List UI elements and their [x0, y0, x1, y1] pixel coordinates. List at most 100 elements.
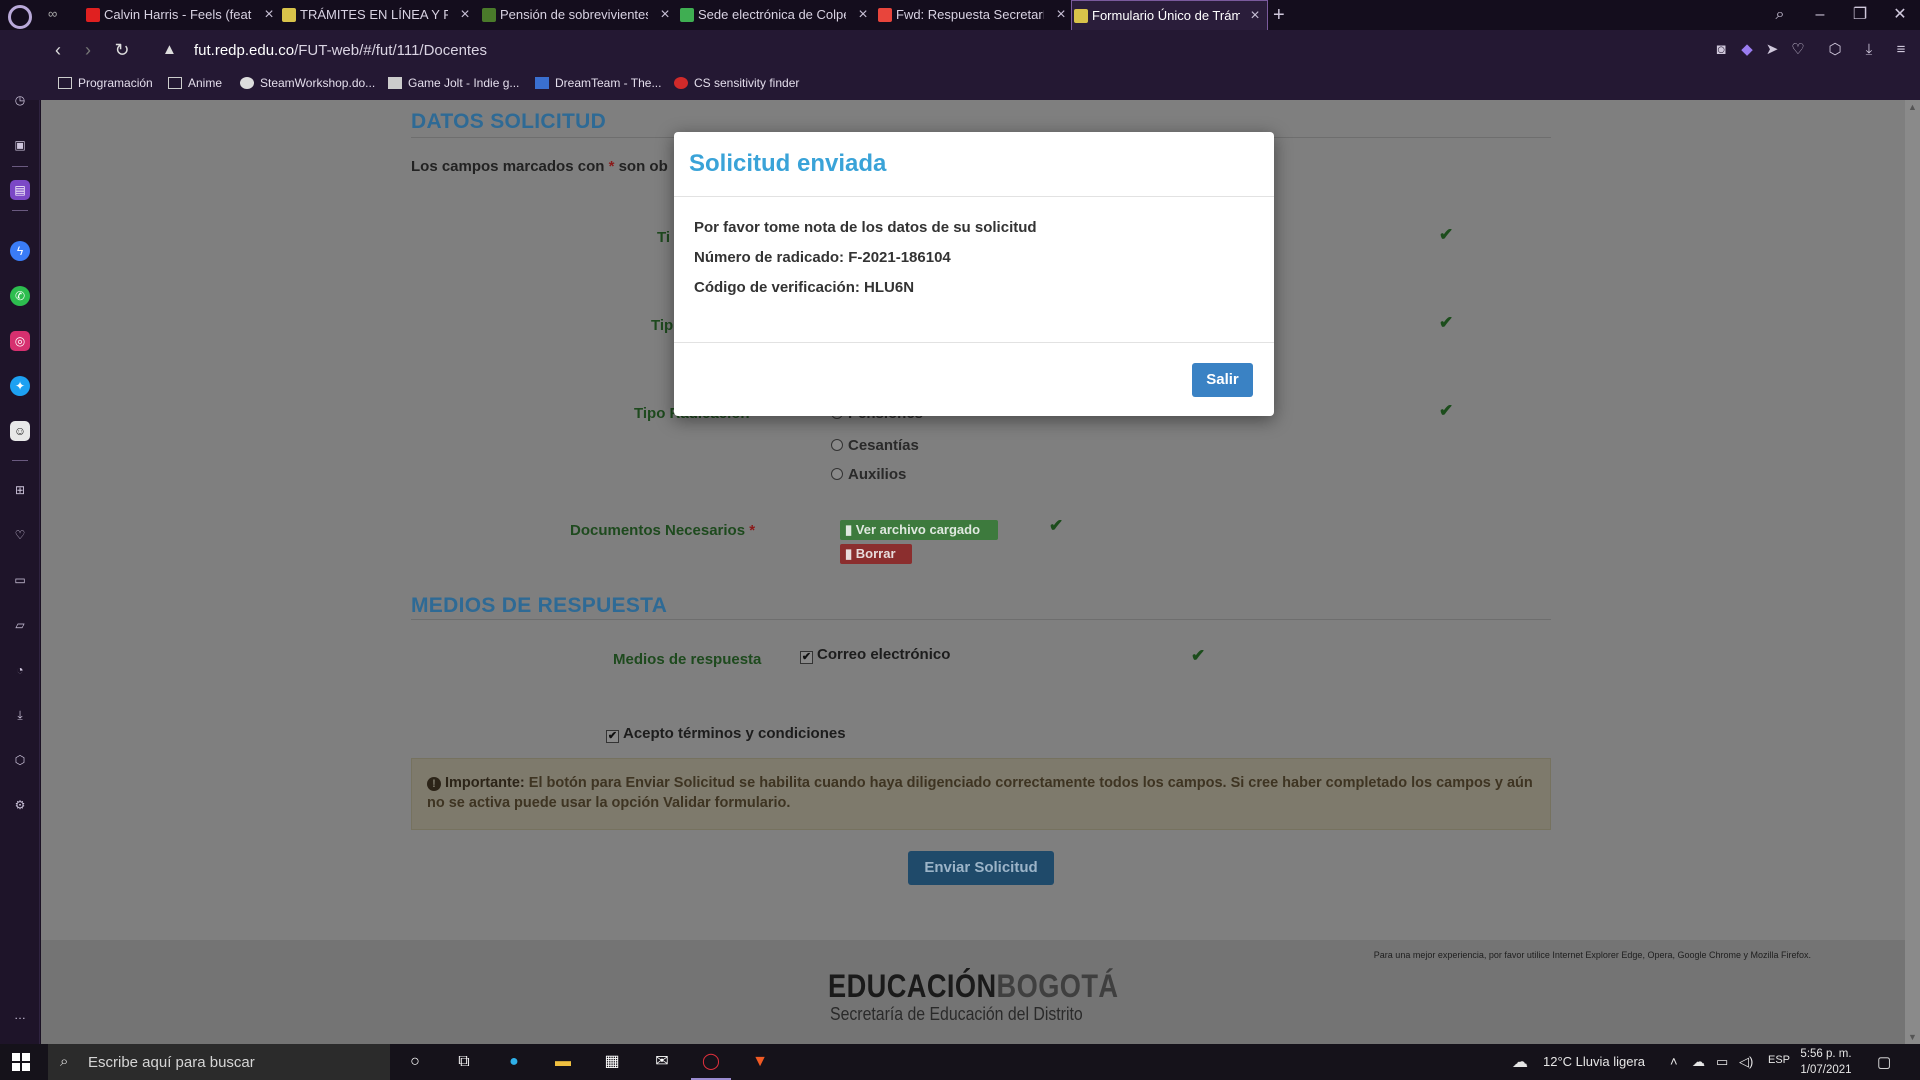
delete-file-button[interactable]: ▮ Borrar	[840, 544, 912, 564]
tab-tramites[interactable]: TRÁMITES EN LÍNEA Y PRE ×	[280, 0, 477, 30]
player-icon[interactable]: ▱	[10, 615, 30, 635]
radio-label: Auxilios	[848, 466, 907, 483]
brave-icon[interactable]: ▼	[748, 1050, 772, 1074]
instagram-icon[interactable]: ◎	[10, 331, 30, 351]
vpn-shield-icon[interactable]: ◆	[1737, 40, 1757, 60]
radio-cesantias[interactable]: Cesantías	[831, 437, 919, 454]
scroll-up-icon[interactable]: ▲	[1908, 102, 1917, 112]
view-file-button[interactable]: ▮ Ver archivo cargado	[840, 520, 998, 540]
minimize-button[interactable]: –	[1800, 0, 1840, 30]
notification-icon[interactable]: ▢	[1877, 1053, 1891, 1071]
tab-colpensiones[interactable]: Sede electrónica de Colpe ×	[678, 0, 875, 30]
radio-auxilios[interactable]: Auxilios	[831, 466, 906, 483]
extensions-cube-icon[interactable]: ⬡	[10, 750, 30, 770]
bookmark-label: DreamTeam - The...	[555, 76, 662, 90]
close-icon[interactable]: ×	[1247, 1, 1263, 30]
bookmark-steam[interactable]: SteamWorkshop.do...	[238, 70, 375, 100]
store-icon[interactable]: ▦	[600, 1050, 624, 1074]
valid-check-icon: ✔	[1439, 313, 1454, 332]
clock[interactable]: 5:56 p. m. 1/07/2021	[1796, 1046, 1856, 1078]
language-indicator[interactable]: ESP	[1768, 1054, 1790, 1066]
restore-button[interactable]: ❐	[1840, 0, 1880, 30]
whatsapp-icon[interactable]: ✆	[10, 286, 30, 306]
close-icon[interactable]: ×	[657, 0, 673, 30]
grid-icon[interactable]: ⊞	[10, 480, 30, 500]
bookmark-gamejolt[interactable]: Game Jolt - Indie g...	[386, 70, 519, 100]
edge-icon[interactable]: ●	[502, 1050, 526, 1074]
task-view-icon[interactable]: ⧉	[452, 1050, 476, 1074]
mail-icon[interactable]: ✉	[650, 1050, 674, 1074]
folder-icon	[168, 77, 182, 89]
camera-icon[interactable]: ◙	[1711, 40, 1731, 60]
tray-chevron-icon[interactable]: ˄	[1670, 1054, 1678, 1069]
bookmark-cs-sensitivity[interactable]: CS sensitivity finder	[672, 70, 799, 100]
back-button[interactable]: ‹	[46, 38, 70, 62]
heart-icon[interactable]: ♡	[10, 525, 30, 545]
search-tabs-icon[interactable]: ⌕	[1760, 0, 1800, 30]
close-icon[interactable]: ×	[855, 0, 871, 30]
settings-gear-icon[interactable]: ⚙	[10, 795, 30, 815]
tab-youtube[interactable]: Calvin Harris - Feels (feat. P ×	[84, 0, 281, 30]
twitter-icon[interactable]: ✦	[10, 376, 30, 396]
tab-formulario[interactable]: Formulario Único de Trámit ×	[1071, 0, 1268, 30]
site-icon	[680, 8, 694, 22]
windows-start-icon[interactable]	[12, 1053, 30, 1071]
reload-button[interactable]: ↻	[110, 38, 134, 62]
download-icon[interactable]: ⤓	[1859, 40, 1879, 60]
bookmark-dreamteam[interactable]: DreamTeam - The...	[533, 70, 661, 100]
checkbox-terms[interactable]: ✔ Acepto términos y condiciones	[606, 725, 846, 743]
radio-label: Cesantías	[848, 437, 919, 454]
checkbox-email[interactable]: ✔ Correo electrónico	[800, 646, 950, 664]
workspace-icon[interactable]: ▣	[10, 135, 30, 155]
onedrive-icon[interactable]: ☁	[1692, 1054, 1705, 1070]
volume-icon[interactable]: ◁)	[1739, 1054, 1753, 1070]
close-icon[interactable]: ×	[457, 0, 473, 30]
cortana-icon[interactable]: ○	[403, 1050, 427, 1074]
submit-request-button[interactable]: Enviar Solicitud	[908, 851, 1054, 885]
delete-label: Borrar	[855, 546, 896, 561]
address-field[interactable]: fut.redp.edu.co/FUT-web/#/fut/111/Docent…	[194, 42, 487, 59]
tab-switcher-icon[interactable]: ∞	[48, 6, 68, 22]
menu-icon[interactable]: ≡	[1891, 40, 1911, 60]
site-icon	[482, 8, 496, 22]
taskbar-search[interactable]: ⌕ Escribe aquí para buscar	[48, 1044, 390, 1080]
network-icon[interactable]: ▭	[1716, 1054, 1728, 1070]
file-explorer-icon[interactable]: ▬	[551, 1050, 575, 1074]
weather-cloud-icon[interactable]: ☁	[1512, 1052, 1528, 1072]
opera-gx-icon[interactable]: ◯	[691, 1050, 731, 1080]
speed-dial-icon[interactable]: ◷	[10, 90, 30, 110]
close-icon[interactable]: ×	[261, 0, 277, 30]
heart-icon[interactable]: ♡	[1788, 40, 1808, 60]
opera-logo-icon[interactable]	[8, 5, 32, 29]
new-tab-button[interactable]: +	[1273, 0, 1293, 30]
bookmark-label: SteamWorkshop.do...	[260, 76, 376, 90]
tab-gmail[interactable]: Fwd: Respuesta Secretaría ×	[876, 0, 1073, 30]
exit-button[interactable]: Salir	[1192, 363, 1253, 397]
weather-text[interactable]: 12°C Lluvia ligera	[1543, 1054, 1645, 1069]
forward-button[interactable]: ›	[76, 38, 100, 62]
tab-pension[interactable]: Pensión de sobrevivientes ×	[480, 0, 677, 30]
send-icon[interactable]: ➤	[1762, 40, 1782, 60]
more-icon[interactable]: …	[10, 1005, 30, 1025]
download-icon[interactable]: ⤓	[10, 705, 30, 725]
page-footer: Para una mejor experiencia, por favor ut…	[41, 940, 1905, 1044]
close-window-button[interactable]: ✕	[1880, 0, 1920, 30]
security-warning-icon[interactable]: ▲	[162, 41, 177, 58]
opera-sidebar: ◷ ▣ ▤ ϟ ✆ ◎ ✦ ☺ ⊞ ♡ ▭ ▱ ◔ ⤓ ⬡ ⚙ …	[0, 93, 40, 1044]
page-viewport: DATOS SOLICITUD Los campos marcados con …	[41, 100, 1905, 1044]
scroll-down-icon[interactable]: ▼	[1908, 1032, 1917, 1042]
bookmark-anime[interactable]: Anime	[166, 70, 222, 100]
bookmark-programacion[interactable]: Programación	[56, 70, 153, 100]
discord-icon[interactable]: ☺	[10, 421, 30, 441]
dreamteam-icon	[535, 77, 549, 89]
news-icon[interactable]: ▭	[10, 570, 30, 590]
twitch-icon[interactable]: ▤	[10, 180, 30, 200]
checkbox-box: ✔	[606, 730, 619, 743]
close-icon[interactable]: ×	[1053, 0, 1069, 30]
messenger-icon[interactable]: ϟ	[10, 241, 30, 261]
page-scrollbar[interactable]: ▲ ▼	[1905, 100, 1920, 1044]
cube-icon[interactable]: ⬡	[1825, 40, 1845, 60]
logo-subtitle: Secretaría de Educación del Distrito	[830, 1004, 1083, 1024]
radio-circle	[831, 439, 843, 451]
history-icon[interactable]: ◔	[10, 660, 30, 680]
